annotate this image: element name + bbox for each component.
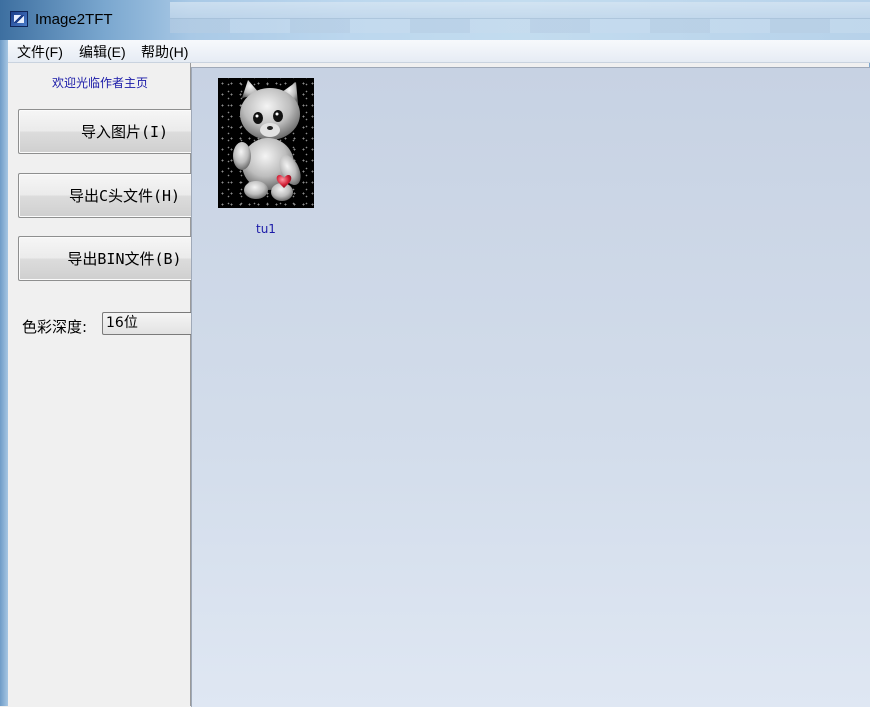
author-homepage-link[interactable]: 欢迎光临作者主页 bbox=[52, 74, 148, 91]
color-depth-label: 色彩深度: bbox=[22, 318, 88, 336]
left-panel: 欢迎光临作者主页 导入图片(I) 导出C头文件(H) 导出BIN文件(B) 色彩… bbox=[8, 63, 231, 706]
thumbnail-caption: tu1 bbox=[256, 222, 276, 236]
window-title: Image2TFT bbox=[35, 11, 113, 28]
window-frame-left bbox=[0, 40, 8, 706]
background-window-blur-2 bbox=[170, 19, 870, 33]
app-icon[interactable] bbox=[10, 11, 28, 27]
image-thumbnail[interactable] bbox=[218, 78, 314, 208]
title-bar[interactable]: Image2TFT bbox=[0, 0, 870, 40]
menu-file[interactable]: 文件(F) bbox=[15, 42, 65, 62]
background-window-blur bbox=[170, 2, 870, 19]
menu-bar: 文件(F) 编辑(E) 帮助(H) bbox=[8, 40, 870, 63]
teddy-bear-image bbox=[233, 80, 301, 201]
menu-help[interactable]: 帮助(H) bbox=[139, 42, 190, 62]
color-depth-value: 16位 bbox=[106, 315, 138, 331]
menu-edit[interactable]: 编辑(E) bbox=[77, 42, 128, 62]
image-list-area[interactable]: tu1 bbox=[191, 67, 870, 707]
